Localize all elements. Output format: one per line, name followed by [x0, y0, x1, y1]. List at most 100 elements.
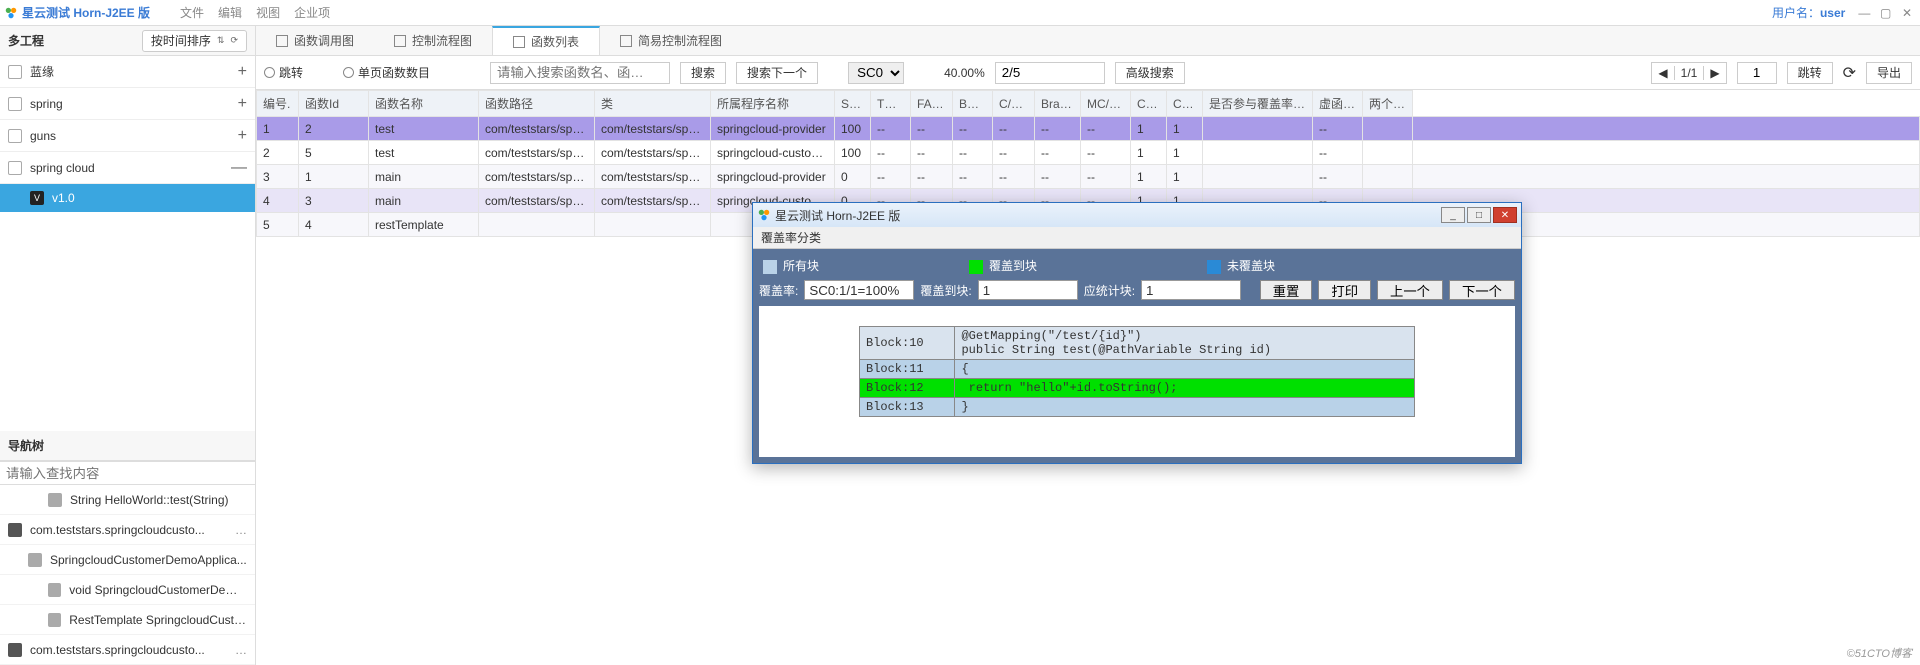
more-icon[interactable]: … [235, 523, 247, 537]
dialog-minimize-icon[interactable]: _ [1441, 207, 1465, 223]
project-item[interactable]: spring+ [0, 88, 255, 120]
page-number-input[interactable] [1737, 62, 1777, 84]
cell: 1 [1167, 141, 1203, 165]
tab-2[interactable]: 函数列表 [492, 26, 600, 55]
cell: com/teststars/sprin... [595, 141, 711, 165]
tree-item[interactable]: com.teststars.springcloudcusto... … [0, 515, 255, 545]
code-block-row[interactable]: Block:10@GetMapping("/test/{id}") public… [860, 327, 1415, 360]
column-header[interactable]: SC0 [835, 91, 871, 117]
column-header[interactable]: C/DC [993, 91, 1035, 117]
project-item[interactable]: spring cloud— [0, 152, 255, 184]
tree-node-icon [28, 553, 42, 567]
column-header[interactable]: MC/DC [1081, 91, 1131, 117]
cell: 1 [1167, 165, 1203, 189]
tree-item[interactable]: String HelloWorld::test(String) [0, 485, 255, 515]
reload-icon[interactable]: ⟳ [1843, 63, 1856, 83]
total-input[interactable] [1141, 280, 1241, 300]
cell: -- [993, 165, 1035, 189]
search-input[interactable] [490, 62, 670, 84]
menu-edit[interactable]: 编辑 [218, 4, 242, 21]
advanced-search-button[interactable]: 高级搜索 [1115, 62, 1185, 84]
rate-input[interactable] [804, 280, 914, 300]
next-button[interactable]: 下一个 [1449, 280, 1515, 300]
dialog-maximize-icon[interactable]: □ [1467, 207, 1491, 223]
tree-item[interactable]: void SpringcloudCustomerDemoAp [0, 575, 255, 605]
export-button[interactable]: 导出 [1866, 62, 1912, 84]
maximize-icon[interactable]: ▢ [1877, 6, 1895, 20]
code-block-row[interactable]: Block:13} [860, 398, 1415, 417]
expand-icon[interactable]: + [238, 127, 247, 145]
column-header[interactable]: 函数Id [299, 91, 369, 117]
print-button[interactable]: 打印 [1318, 280, 1371, 300]
project-item[interactable]: 蓝缘+ [0, 56, 255, 88]
column-header[interactable]: 两个版本对比结果 [1363, 91, 1413, 117]
search-next-button[interactable]: 搜索下一个 [736, 62, 818, 84]
cell: -- [1035, 165, 1081, 189]
dialog-titlebar[interactable]: 星云测试 Horn-J2EE 版 _ □ ✕ [753, 203, 1521, 227]
radio-jump[interactable]: 跳转 [264, 64, 303, 81]
tree-node-icon [48, 613, 61, 627]
tab-0[interactable]: 函数调用图 [256, 26, 374, 55]
column-header[interactable]: Branch [1035, 91, 1081, 117]
covered-input[interactable] [978, 280, 1078, 300]
cell [1203, 117, 1313, 141]
column-header[interactable]: FALSE [911, 91, 953, 117]
code-block-row[interactable]: Block:12 return "hello"+id.toString(); [860, 379, 1415, 398]
cell: test [369, 141, 479, 165]
column-header[interactable]: 函数路径 [479, 91, 595, 117]
expand-icon[interactable]: + [238, 95, 247, 113]
table-row[interactable]: 25testcom/teststars/sprin...com/teststar… [257, 141, 1920, 165]
tree-node-label: String HelloWorld::test(String) [70, 493, 229, 507]
radio-single-page[interactable]: 单页函数数目 [343, 64, 430, 81]
expand-icon[interactable]: + [238, 63, 247, 81]
menu-enterprise[interactable]: 企业项 [294, 4, 330, 21]
tree-item[interactable]: com.teststars.springcloudcusto...… [0, 635, 255, 665]
cell: -- [953, 117, 993, 141]
tab-1[interactable]: 控制流程图 [374, 26, 492, 55]
tree-node-label: com.teststars.springcloudcusto... [30, 523, 205, 537]
search-button[interactable]: 搜索 [680, 62, 726, 84]
tree-item[interactable]: RestTemplate SpringcloudCustome [0, 605, 255, 635]
column-header[interactable]: 类 [595, 91, 711, 117]
column-header[interactable]: 虚函数值 [1313, 91, 1363, 117]
table-row[interactable]: 12testcom/teststars/sprin...com/teststar… [257, 117, 1920, 141]
sidebar: 多工程 按时间排序 ⇅ ⟳ 蓝缘+spring+guns+spring clou… [0, 26, 256, 665]
sc-select[interactable]: SC0 [848, 62, 904, 84]
project-item[interactable]: guns+ [0, 120, 255, 152]
user-label: 用户名：user [1772, 4, 1845, 21]
column-header[interactable]: 是否参与覆盖率计算 [1203, 91, 1313, 117]
cell: -- [1035, 141, 1081, 165]
table-row[interactable]: 31maincom/teststars/sprin...com/teststar… [257, 165, 1920, 189]
cell: -- [953, 141, 993, 165]
column-header[interactable]: BOTH [953, 91, 993, 117]
column-header[interactable]: TRUE [871, 91, 911, 117]
menu-file[interactable]: 文件 [180, 4, 204, 21]
prev-button[interactable]: 上一个 [1377, 280, 1443, 300]
window-buttons: — ▢ ✕ [1855, 6, 1916, 20]
page-first-icon[interactable]: ◀ [1652, 66, 1673, 80]
column-header[interactable]: 编号. [257, 91, 299, 117]
sort-button[interactable]: 按时间排序 ⇅ ⟳ [142, 30, 247, 52]
close-icon[interactable]: ✕ [1898, 6, 1916, 20]
page-last-icon[interactable]: ▶ [1704, 66, 1725, 80]
cell [1203, 165, 1313, 189]
reset-button[interactable]: 重置 [1260, 280, 1313, 300]
more-icon[interactable]: … [235, 643, 247, 657]
nav-filter-input[interactable] [0, 461, 255, 485]
column-header[interactable]: CC1 [1167, 91, 1203, 117]
project-version[interactable]: Vv1.0 [0, 184, 255, 212]
column-header[interactable]: CC0 [1131, 91, 1167, 117]
column-header[interactable]: 函数名称 [369, 91, 479, 117]
tab-3[interactable]: 简易控制流程图 [600, 26, 742, 55]
code-block-row[interactable]: Block:11{ [860, 360, 1415, 379]
cell [595, 213, 711, 237]
column-header[interactable]: 所属程序名称 [711, 91, 835, 117]
rate-label: 覆盖率: [759, 282, 798, 299]
minimize-icon[interactable]: — [1855, 6, 1873, 20]
menu-view[interactable]: 视图 [256, 4, 280, 21]
dialog-close-icon[interactable]: ✕ [1493, 207, 1517, 223]
expand-icon[interactable]: — [231, 159, 247, 177]
jump-button[interactable]: 跳转 [1787, 62, 1833, 84]
fraction-input[interactable] [995, 62, 1105, 84]
tree-item[interactable]: SpringcloudCustomerDemoApplica... [0, 545, 255, 575]
